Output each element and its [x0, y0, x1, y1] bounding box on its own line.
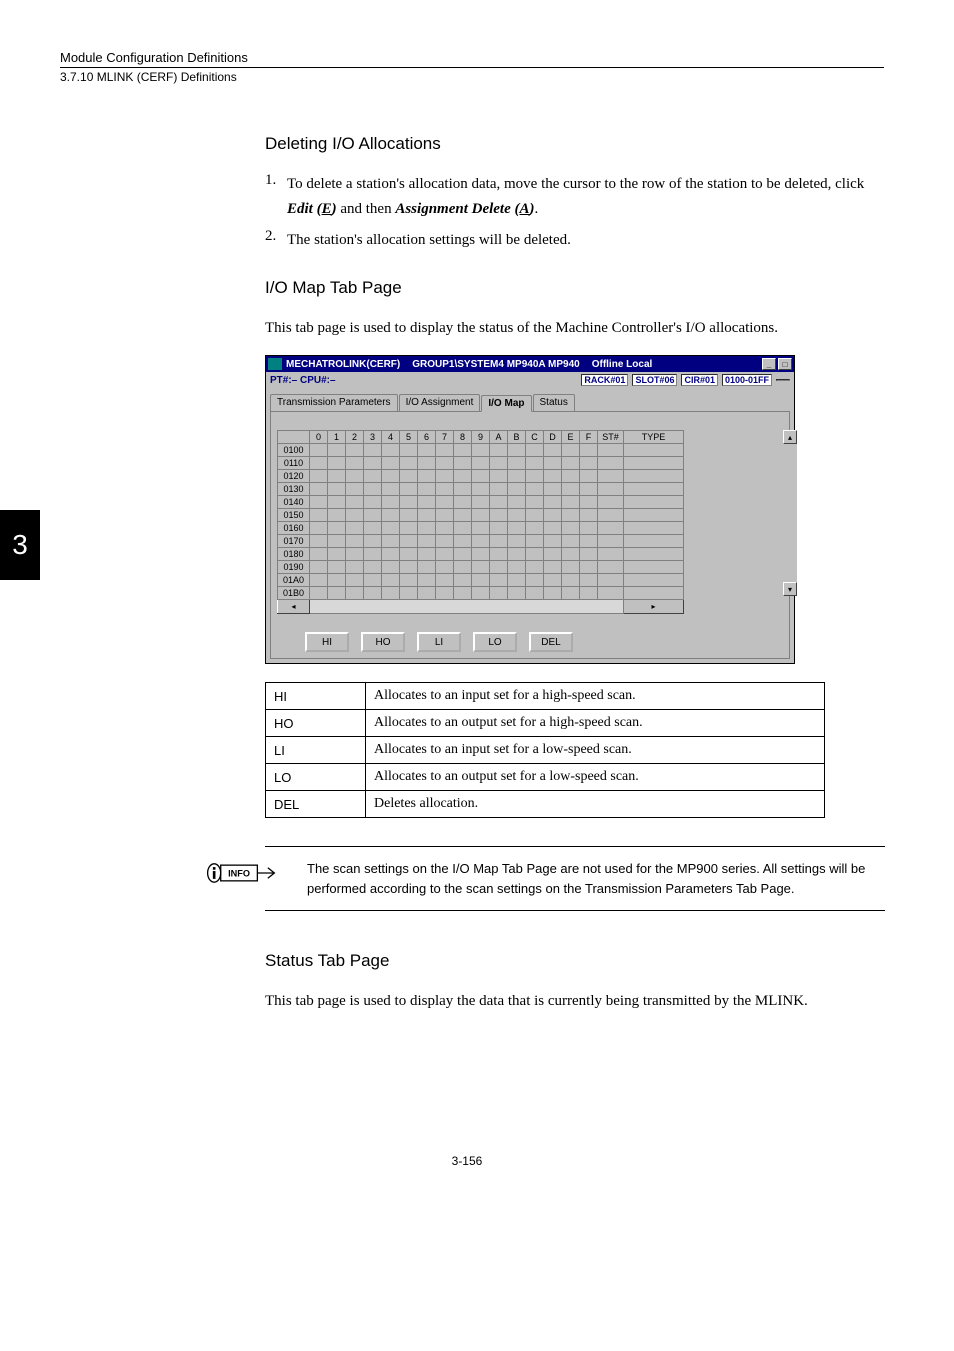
page-number: 3-156: [50, 1154, 884, 1168]
tab-pane: 0 1 2 3 4 5 6 7 8 9 A B C: [270, 411, 790, 659]
grid-row: 0180: [278, 548, 684, 561]
screenshot-window: MECHATROLINK(CERF) GROUP1\SYSTEM4 MP940A…: [265, 355, 795, 664]
grid-row: 01A0: [278, 574, 684, 587]
title-left: MECHATROLINK(CERF): [286, 359, 400, 370]
def-val: Deletes allocation.: [366, 791, 825, 818]
def-key: DEL: [266, 791, 366, 818]
info-bar: PT#:– CPU#:– RACK#01 SLOT#06 CIR#01 0100…: [266, 372, 794, 388]
io-map-grid: 0 1 2 3 4 5 6 7 8 9 A B C: [277, 430, 684, 614]
range-box: 0100-01FF: [722, 374, 772, 386]
grid-row: 0100: [278, 444, 684, 457]
section-io-map-title: I/O Map Tab Page: [265, 278, 885, 298]
def-key: HO: [266, 710, 366, 737]
titlebar: MECHATROLINK(CERF) GROUP1\SYSTEM4 MP940A…: [266, 356, 794, 372]
def-val: Allocates to an output set for a high-sp…: [366, 710, 825, 737]
tab-io-assignment[interactable]: I/O Assignment: [399, 394, 481, 411]
pt-cpu-label: PT#:– CPU#:–: [270, 375, 336, 386]
def-key: LO: [266, 764, 366, 791]
def-val: Allocates to an input set for a high-spe…: [366, 683, 825, 710]
step-1: 1. To delete a station's allocation data…: [265, 172, 885, 222]
info-block: INFO The scan settings on the I/O Map Ta…: [265, 846, 885, 911]
slot-box: SLOT#06: [632, 374, 677, 386]
button-row: HI HO LI LO DEL: [277, 632, 783, 652]
empty-box: [776, 379, 790, 381]
tab-status[interactable]: Status: [533, 394, 575, 411]
info-icon: INFO: [205, 859, 277, 898]
grid-row: 0150: [278, 509, 684, 522]
h-scrollbar[interactable]: ◂▸: [278, 600, 684, 614]
scroll-up-button[interactable]: ▴: [783, 430, 797, 444]
maximize-button[interactable]: □: [778, 358, 792, 370]
header-top: Module Configuration Definitions: [60, 50, 884, 65]
def-key: LI: [266, 737, 366, 764]
lo-button[interactable]: LO: [473, 632, 517, 652]
io-map-intro: This tab page is used to display the sta…: [265, 316, 885, 341]
step-2: 2. The station's allocation settings wil…: [265, 228, 885, 253]
step-1-text: To delete a station's allocation data, m…: [287, 172, 885, 222]
window-icon: [268, 358, 282, 370]
cir-box: CIR#01: [681, 374, 718, 386]
minimize-button[interactable]: _: [762, 358, 776, 370]
grid-header-row: 0 1 2 3 4 5 6 7 8 9 A B C: [278, 431, 684, 444]
section-deleting-io-title: Deleting I/O Allocations: [265, 134, 885, 154]
info-text: The scan settings on the I/O Map Tab Pag…: [307, 859, 885, 898]
svg-text:INFO: INFO: [228, 868, 250, 878]
ho-button[interactable]: HO: [361, 632, 405, 652]
grid-row: 0160: [278, 522, 684, 535]
section-status-tab-title: Status Tab Page: [265, 951, 885, 971]
del-button[interactable]: DEL: [529, 632, 573, 652]
title-right: Offline Local: [592, 359, 653, 370]
step-2-text: The station's allocation settings will b…: [287, 228, 571, 253]
chapter-tab: 3: [0, 510, 40, 580]
scroll-down-button[interactable]: ▾: [783, 582, 797, 596]
grid-row: 0120: [278, 470, 684, 483]
grid-row: 0170: [278, 535, 684, 548]
hi-button[interactable]: HI: [305, 632, 349, 652]
grid-row: 0110: [278, 457, 684, 470]
tab-row: Transmission Parameters I/O Assignment I…: [266, 388, 794, 411]
def-key: HI: [266, 683, 366, 710]
v-scrollbar[interactable]: ▴ ▾: [783, 430, 797, 596]
tab-transmission-parameters[interactable]: Transmission Parameters: [270, 394, 398, 411]
header-rule: [60, 67, 884, 68]
def-val: Allocates to an output set for a low-spe…: [366, 764, 825, 791]
definition-table: HIAllocates to an input set for a high-s…: [265, 682, 825, 818]
status-tab-intro: This tab page is used to display the dat…: [265, 989, 885, 1014]
grid-row: 0140: [278, 496, 684, 509]
grid-row: 01B0: [278, 587, 684, 600]
tab-io-map[interactable]: I/O Map: [481, 395, 531, 412]
rack-box: RACK#01: [581, 374, 628, 386]
step-1-number: 1.: [265, 172, 287, 222]
li-button[interactable]: LI: [417, 632, 461, 652]
grid-row: 0130: [278, 483, 684, 496]
title-mid: GROUP1\SYSTEM4 MP940A MP940: [412, 359, 579, 370]
def-val: Allocates to an input set for a low-spee…: [366, 737, 825, 764]
step-2-number: 2.: [265, 228, 287, 253]
header-sub: 3.7.10 MLINK (CERF) Definitions: [60, 70, 884, 84]
grid-row: 0190: [278, 561, 684, 574]
